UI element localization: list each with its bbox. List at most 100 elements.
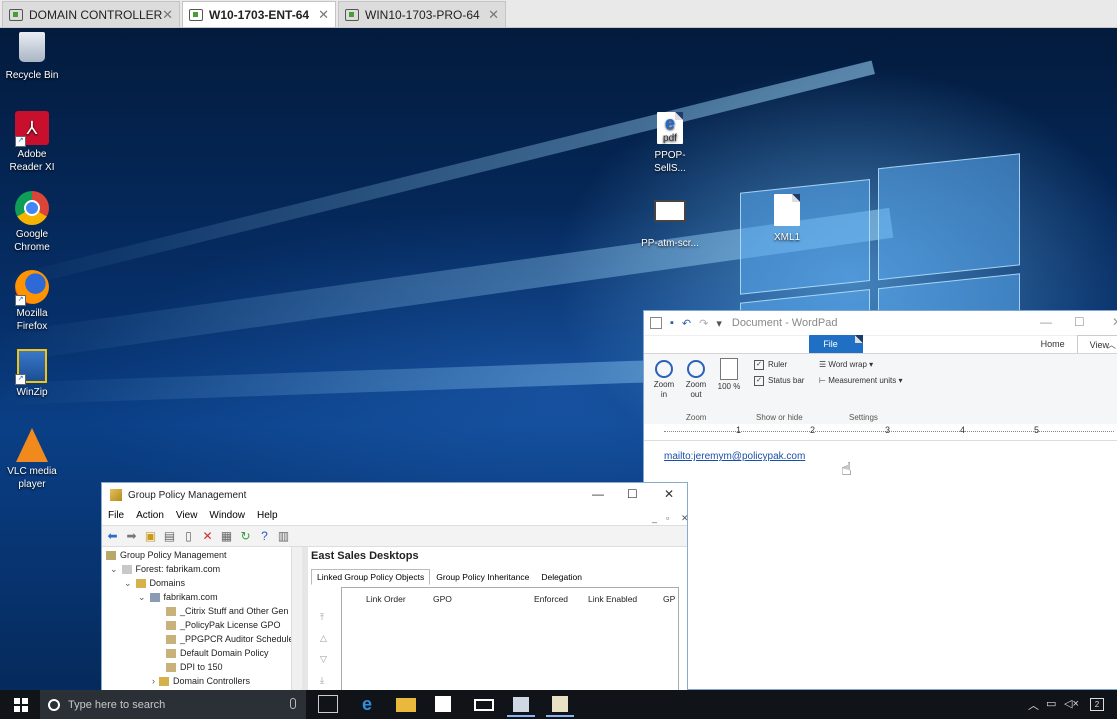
desktop-icon-screenshot-file[interactable]: PP-atm-scr...	[639, 194, 701, 250]
file-explorer-icon[interactable]	[396, 698, 416, 712]
ruler[interactable]: 1 2 3 4 5	[644, 424, 1117, 441]
desktop-icon-mozilla-firefox[interactable]: ↗ Mozilla Firefox	[1, 270, 63, 333]
forward-icon[interactable]: ➡	[125, 529, 138, 543]
tree-scrollbar[interactable]	[291, 547, 302, 691]
store-icon[interactable]	[435, 696, 451, 712]
ruler-checkbox[interactable]: ✓ Ruler	[754, 360, 787, 370]
tree-item[interactable]: _PPGPCR Auditor Schedule	[166, 634, 294, 645]
tab-delegation[interactable]: Delegation	[535, 569, 588, 585]
menu-help[interactable]: Help	[251, 507, 284, 525]
desktop-icon-winzip[interactable]: ↗ WinZip	[1, 349, 63, 399]
measurement-units-dropdown[interactable]: ⊢ Measurement units ▾	[819, 376, 902, 386]
zoom-in-button[interactable]: Zoom in	[650, 358, 678, 400]
column-header-link-order[interactable]: Link Order	[366, 594, 406, 604]
column-header-enforced[interactable]: Enforced	[534, 594, 568, 604]
desktop-icon-google-chrome[interactable]: Google Chrome	[1, 191, 63, 254]
tree-item[interactable]: Default Domain Policy	[166, 648, 269, 659]
move-up-icon[interactable]: △	[320, 628, 327, 649]
desktop-icon-recycle-bin[interactable]: Recycle Bin	[1, 32, 63, 82]
close-icon[interactable]: ✕	[664, 487, 674, 501]
menu-file[interactable]: File	[102, 507, 130, 525]
customize-quick-access-icon[interactable]: ▾	[716, 317, 722, 330]
zoom-100-button[interactable]: 100 %	[716, 358, 742, 392]
desktop-icon-vlc[interactable]: VLC media player	[1, 428, 63, 491]
save-icon[interactable]: ▪	[670, 317, 674, 329]
zoom-out-button[interactable]: Zoom out	[682, 358, 710, 400]
word-wrap-dropdown[interactable]: ☰ Word wrap ▾	[819, 360, 873, 370]
menu-bar: File Action View Window Help _ ▫ ✕	[102, 507, 687, 525]
tree-item[interactable]: ⌄ fabrikam.com	[138, 592, 218, 603]
properties-icon[interactable]: ▦	[220, 529, 233, 543]
forest-icon	[121, 565, 132, 575]
maximize-icon[interactable]: ☐	[1074, 315, 1085, 329]
document-link[interactable]: mailto:jeremym@policypak.com	[664, 451, 805, 462]
start-button[interactable]	[14, 698, 28, 712]
desktop-icon-pdf-file[interactable]: e pdf PPOP-SellS...	[639, 112, 701, 175]
column-header-gpo[interactable]: GPO	[433, 594, 452, 604]
chevron-down-icon[interactable]: ⌄	[138, 592, 146, 602]
gpm-taskbar-icon[interactable]	[546, 696, 574, 717]
vm-tab-domain-controller[interactable]: DOMAIN CONTROLLER ✕	[2, 1, 180, 27]
menu-window[interactable]: Window	[203, 507, 251, 525]
tree-item[interactable]: DPI to 150	[166, 662, 223, 673]
maximize-icon[interactable]: ☐	[627, 487, 638, 501]
vm-tab-w10-1703-ent-64[interactable]: W10-1703-ENT-64 ✕	[182, 1, 336, 27]
wordpad-taskbar-icon[interactable]	[507, 697, 535, 717]
wordpad-app-icon	[650, 317, 662, 329]
desktop-icon-adobe-reader[interactable]: ⅄ ↗ Adobe Reader XI	[1, 111, 63, 174]
menu-view[interactable]: View	[170, 507, 204, 525]
tree-item[interactable]: ⌄ Domains	[124, 578, 185, 589]
chevron-down-icon[interactable]: ⌄	[124, 578, 132, 588]
vm-tab-win10-1703-pro-64[interactable]: WIN10-1703-PRO-64 ✕	[338, 1, 506, 27]
zoom-in-icon	[655, 360, 673, 378]
tree-item[interactable]: _PolicyPak License GPO	[166, 620, 281, 631]
help-icon[interactable]: ?	[258, 529, 271, 543]
refresh-icon[interactable]: ↻	[239, 529, 252, 543]
task-view-icon[interactable]	[318, 695, 338, 713]
move-down-icon[interactable]: ▽	[320, 649, 327, 670]
show-hide-tree-icon[interactable]: ▤	[163, 529, 176, 543]
chevron-down-icon[interactable]: ⌄	[110, 564, 118, 574]
undo-icon[interactable]: ↶	[682, 317, 691, 330]
tree-item[interactable]: _Citrix Stuff and Other Gen	[166, 606, 288, 617]
collapse-ribbon-icon[interactable]: ︿	[1107, 338, 1116, 351]
ruler-number: 1	[736, 425, 742, 435]
volume-muted-icon[interactable]: ◁×	[1064, 697, 1079, 710]
tree-item[interactable]: ⌄ Forest: fabrikam.com	[110, 564, 220, 575]
delete-icon[interactable]: ✕	[201, 529, 214, 543]
chevron-right-icon[interactable]: ›	[152, 676, 155, 686]
status-bar-checkbox[interactable]: ✓ Status bar	[754, 376, 804, 386]
search-box[interactable]: Type here to search	[40, 690, 306, 719]
column-header-link-enabled[interactable]: Link Enabled	[588, 594, 637, 604]
action-center-icon[interactable]: 2	[1090, 698, 1104, 711]
tab-home[interactable]: Home	[1029, 335, 1077, 353]
menu-action[interactable]: Action	[130, 507, 170, 525]
close-icon[interactable]: ✕	[318, 7, 329, 23]
adobe-reader-icon: ⅄ ↗	[15, 111, 49, 147]
console-icon[interactable]: ▥	[277, 529, 290, 543]
chevron-up-icon[interactable]: ︿	[1028, 697, 1039, 713]
close-icon[interactable]: ✕	[488, 7, 499, 23]
wordpad-window[interactable]: ▪ ↶ ↷ ▾ Document - WordPad — ☐ ✕ File Ho…	[643, 310, 1117, 690]
tree-item[interactable]: Group Policy Management	[106, 550, 227, 561]
column-header-gp[interactable]: GP	[663, 594, 675, 604]
back-icon[interactable]: ⬅	[106, 529, 119, 543]
tab-gp-inheritance[interactable]: Group Policy Inheritance	[430, 569, 535, 585]
close-icon[interactable]: ✕	[162, 7, 173, 23]
up-folder-icon[interactable]: ▣	[144, 529, 157, 543]
clipboard-icon[interactable]: ▯	[182, 529, 195, 543]
redo-icon[interactable]: ↷	[699, 317, 708, 330]
minimize-icon[interactable]: —	[1040, 315, 1052, 329]
edge-icon[interactable]: e	[357, 695, 377, 713]
desktop-icon-xml-file[interactable]: XML1	[756, 194, 818, 244]
group-policy-management-window[interactable]: Group Policy Management — ☐ ✕ File Actio…	[101, 482, 688, 692]
close-icon[interactable]: ✕	[1112, 315, 1117, 329]
network-icon[interactable]: ▭	[1046, 697, 1056, 710]
tree-item[interactable]: › Domain Controllers	[152, 676, 250, 687]
move-bottom-icon[interactable]: ⤓	[320, 670, 327, 691]
tab-linked-gpos[interactable]: Linked Group Policy Objects	[311, 569, 431, 585]
microphone-icon[interactable]	[290, 698, 296, 709]
minimize-icon[interactable]: —	[592, 487, 604, 501]
move-top-icon[interactable]: ⤒	[320, 607, 327, 628]
mail-icon[interactable]	[474, 699, 494, 711]
